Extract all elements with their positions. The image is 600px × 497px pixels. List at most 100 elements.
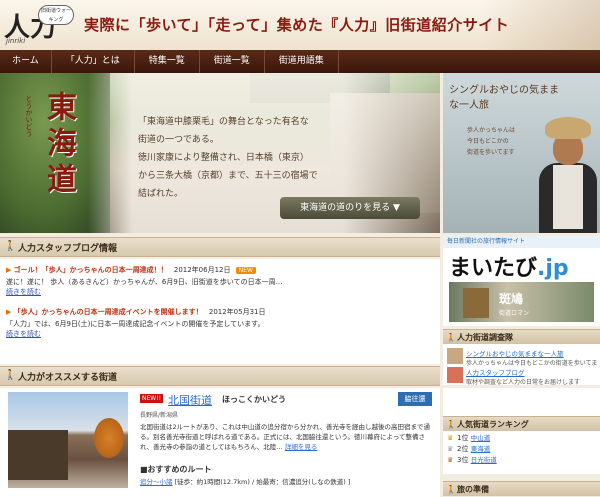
blog-banner-sub-line: 今日もどこかの <box>467 138 509 145</box>
road-description: 北国街道は2ルートがあり、これは中山道の追分宿から分かれ、善光寺を経由し越後の高… <box>140 422 436 452</box>
hero-text: 「東海道中膝栗毛」の舞台となった有名な 街道の一つである。 徳川家康により整備さ… <box>138 113 358 203</box>
survey-sub: 取材や調査など人力の日常をお届けします <box>466 379 581 386</box>
recommend-section-title: 人力がオススメする街道 <box>18 373 118 383</box>
site-logo[interactable]: 人力 jinriki 旧街道ウォーキング <box>4 3 74 47</box>
walker-icon: 🚶 <box>446 485 456 494</box>
hero-text-line: から三条大橋（京都）まで、五十三の宿場で <box>138 171 318 181</box>
survey-item: シングルおやじの気ままな一人旅 歩人かっちゃんは今日もどこかの街道を歩いてます <box>447 348 597 367</box>
nav-features[interactable]: 特集一覧 <box>135 50 200 73</box>
ranking-header: 🚶 人気街道ランキング <box>443 416 600 431</box>
detail-link[interactable]: 詳細を見る <box>285 443 318 451</box>
crown-icon: ♛ <box>447 456 454 464</box>
blog-date: 2012年05月31日 <box>208 308 266 316</box>
survey-thumb <box>447 348 463 364</box>
survey-title: 人力街道調査隊 <box>457 333 513 342</box>
crown-icon: ♛ <box>447 445 454 453</box>
main-nav: ホーム 「人力」とは 特集一覧 街道一覧 街道用語集 <box>0 50 600 73</box>
survey-thumb <box>447 367 463 383</box>
rank-number: 1位 <box>457 434 469 442</box>
road-location: 長野県/新潟県 <box>140 412 179 419</box>
read-more-link[interactable]: 続きを読む <box>6 288 41 296</box>
view-route-button[interactable]: 東海道の道のりを見る ▼ <box>280 197 420 219</box>
maitabi-logo: まいたび.jp <box>449 250 569 282</box>
category-badge: 脇往還 <box>398 392 432 406</box>
header-decoration <box>480 0 600 50</box>
blog-banner-title: シングルおやじの気ままな一人旅 <box>449 85 559 111</box>
survey-header: 🚶 人力街道調査隊 <box>443 329 600 344</box>
ranking-item: ♛ 3位 日光街道 <box>443 455 600 466</box>
blog-banner[interactable]: シングルおやじの気ままな一人旅 歩人かっちゃんは 今日もどこかの 街道を歩いてま… <box>443 73 600 233</box>
survey-item: 人力スタッフブログ 取材や調査など人力の日常をお届けします <box>447 367 597 386</box>
hero-text-line: 徳川家康により整備され、日本橋（東京） <box>138 153 309 163</box>
ranking-item: ♛ 1位 中山道 <box>443 433 600 444</box>
survey-link[interactable]: シングルおやじの気ままな一人旅 <box>447 348 597 358</box>
site-title: 実際に「歩いて」「走って」集めた『人力』旧街道紹介サイト <box>84 16 510 34</box>
recommend-section-header: 🚶 人力がオススメする街道 <box>0 366 440 386</box>
survey-sub: 歩人かっちゃんは今日もどこかの街道を歩いてます <box>466 360 597 367</box>
hero-text-line: 街道の一つである。 <box>138 135 219 145</box>
walker-icon: 🚶 <box>446 420 456 429</box>
blog-date: 2012年06月12日 <box>173 266 231 274</box>
nav-roads[interactable]: 街道一覧 <box>200 50 265 73</box>
nav-glossary[interactable]: 街道用語集 <box>265 50 339 73</box>
blog-item: ▶ ゴール！「歩人」かっちゃんの日本一周達成！！ 2012年06月12日 NEW… <box>6 265 436 297</box>
ranking-link[interactable]: 東海道 <box>471 445 491 453</box>
blog-section-header: 🚶 人力スタッフブログ情報 <box>0 237 440 257</box>
blog-list: ▶ ゴール！「歩人」かっちゃんの日本一周達成！！ 2012年06月12日 NEW… <box>0 259 440 364</box>
walker-icon: 🚶 <box>446 333 456 342</box>
blog-banner-sub-line: 街道を歩いてます <box>467 149 515 156</box>
rank-number: 3位 <box>457 456 469 464</box>
road-name-link[interactable]: 北国街道 <box>168 392 212 408</box>
route-line: 追分〜小諸 [徒歩：約1時間(12.7km) / 始最寄：信濃追分(しなの鉄道)… <box>140 476 350 486</box>
hero-text-line: 「東海道中膝栗毛」の舞台となった有名な <box>138 117 309 127</box>
survey-box: 🚶 人力街道調査隊 シングルおやじの気ままな一人旅 歩人かっちゃんは今日もどこか… <box>443 329 600 386</box>
walker-icon: 🚶 <box>4 241 17 252</box>
ranking-item: ♛ 2位 東海道 <box>443 444 600 455</box>
bullet-icon: ▶ <box>6 308 12 316</box>
maitabi-logo-text: まいたび <box>449 256 538 281</box>
route-info: [徒歩：約1時間(12.7km) / 始最寄：信濃追分(しなの鉄道) ] <box>174 478 351 486</box>
nav-about[interactable]: 「人力」とは <box>52 50 135 73</box>
logo-bubble: 旧街道ウォーキング <box>38 5 74 25</box>
blog-section-title: 人力スタッフブログ情報 <box>18 244 118 254</box>
walker-icon: 🚶 <box>4 370 17 381</box>
maitabi-logo-jp: .jp <box>537 256 569 281</box>
walker-photo <box>539 117 597 233</box>
maitabi-label: 斑鳩 <box>499 292 524 306</box>
new-badge: NEW!! <box>140 394 164 403</box>
recommend-card: NEW!! 北国街道 ほっこくかいどう 脇往還 長野県/新潟県 北国街道は2ルー… <box>0 388 440 497</box>
read-more-link[interactable]: 続きを読む <box>6 330 41 338</box>
logo-sub: jinriki <box>6 37 26 45</box>
maitabi-banner[interactable]: 毎日新聞社の旅行情報サイト まいたび.jp 斑鳩 街道ロマン <box>443 236 600 326</box>
road-kana: ほっこくかいどう <box>222 395 286 404</box>
blog-title-link[interactable]: 「歩人」かっちゃんの日本一周達成イベントを開催します！ <box>14 308 203 316</box>
blog-banner-sub-line: 歩人かっちゃんは <box>467 127 516 134</box>
maitabi-tag: 毎日新聞社の旅行情報サイト <box>443 236 600 248</box>
hero-title: 東海道 <box>41 91 76 199</box>
road-photo[interactable] <box>8 392 128 488</box>
crown-icon: ♛ <box>447 434 454 442</box>
hero-banner: とうかいどう 東海道 「東海道中膝栗毛」の舞台となった有名な 街道の一つである。… <box>0 73 440 233</box>
new-badge: NEW <box>235 267 256 274</box>
bullet-icon: ▶ <box>6 266 12 274</box>
hero-ruby: とうかいどう <box>25 95 33 137</box>
prep-title: 旅の準備 <box>457 485 489 494</box>
maitabi-label2: 街道ロマン <box>499 310 530 317</box>
ranking-link[interactable]: 日光街道 <box>471 456 497 464</box>
blog-excerpt: 遂に！遂に！ 歩人（あるきんど）かっちゃんが、6月9日、旧街道を歩いての日本一周… <box>6 278 283 286</box>
ranking-link[interactable]: 中山道 <box>471 434 491 442</box>
rank-number: 2位 <box>457 445 469 453</box>
ranking-title: 人気街道ランキング <box>457 420 529 429</box>
route-heading: ■おすすめのルート <box>140 465 212 474</box>
blog-item: ▶ 「歩人」かっちゃんの日本一周達成イベントを開催します！ 2012年05月31… <box>6 307 436 339</box>
blog-title-link[interactable]: ゴール！「歩人」かっちゃんの日本一周達成！！ <box>14 266 168 274</box>
prep-header: 🚶 旅の準備 <box>443 481 600 496</box>
nav-home[interactable]: ホーム <box>0 50 52 73</box>
ranking-box: 🚶 人気街道ランキング ♛ 1位 中山道 ♛ 2位 東海道 ♛ 3位 日光街道 <box>443 388 600 474</box>
site-header: 人力 jinriki 旧街道ウォーキング 実際に「歩いて」「走って」集めた『人力… <box>0 0 600 50</box>
ranking-list: ♛ 1位 中山道 ♛ 2位 東海道 ♛ 3位 日光街道 <box>443 433 600 466</box>
survey-link[interactable]: 人力スタッフブログ <box>447 367 597 377</box>
route-link[interactable]: 追分〜小諸 <box>140 478 173 486</box>
blog-banner-sub: 歩人かっちゃんは 今日もどこかの 街道を歩いてます <box>467 125 515 158</box>
blog-excerpt: 「人力」では、6月9日(土)に日本一周達成記念イベントの開催を予定しています。 <box>6 320 265 328</box>
